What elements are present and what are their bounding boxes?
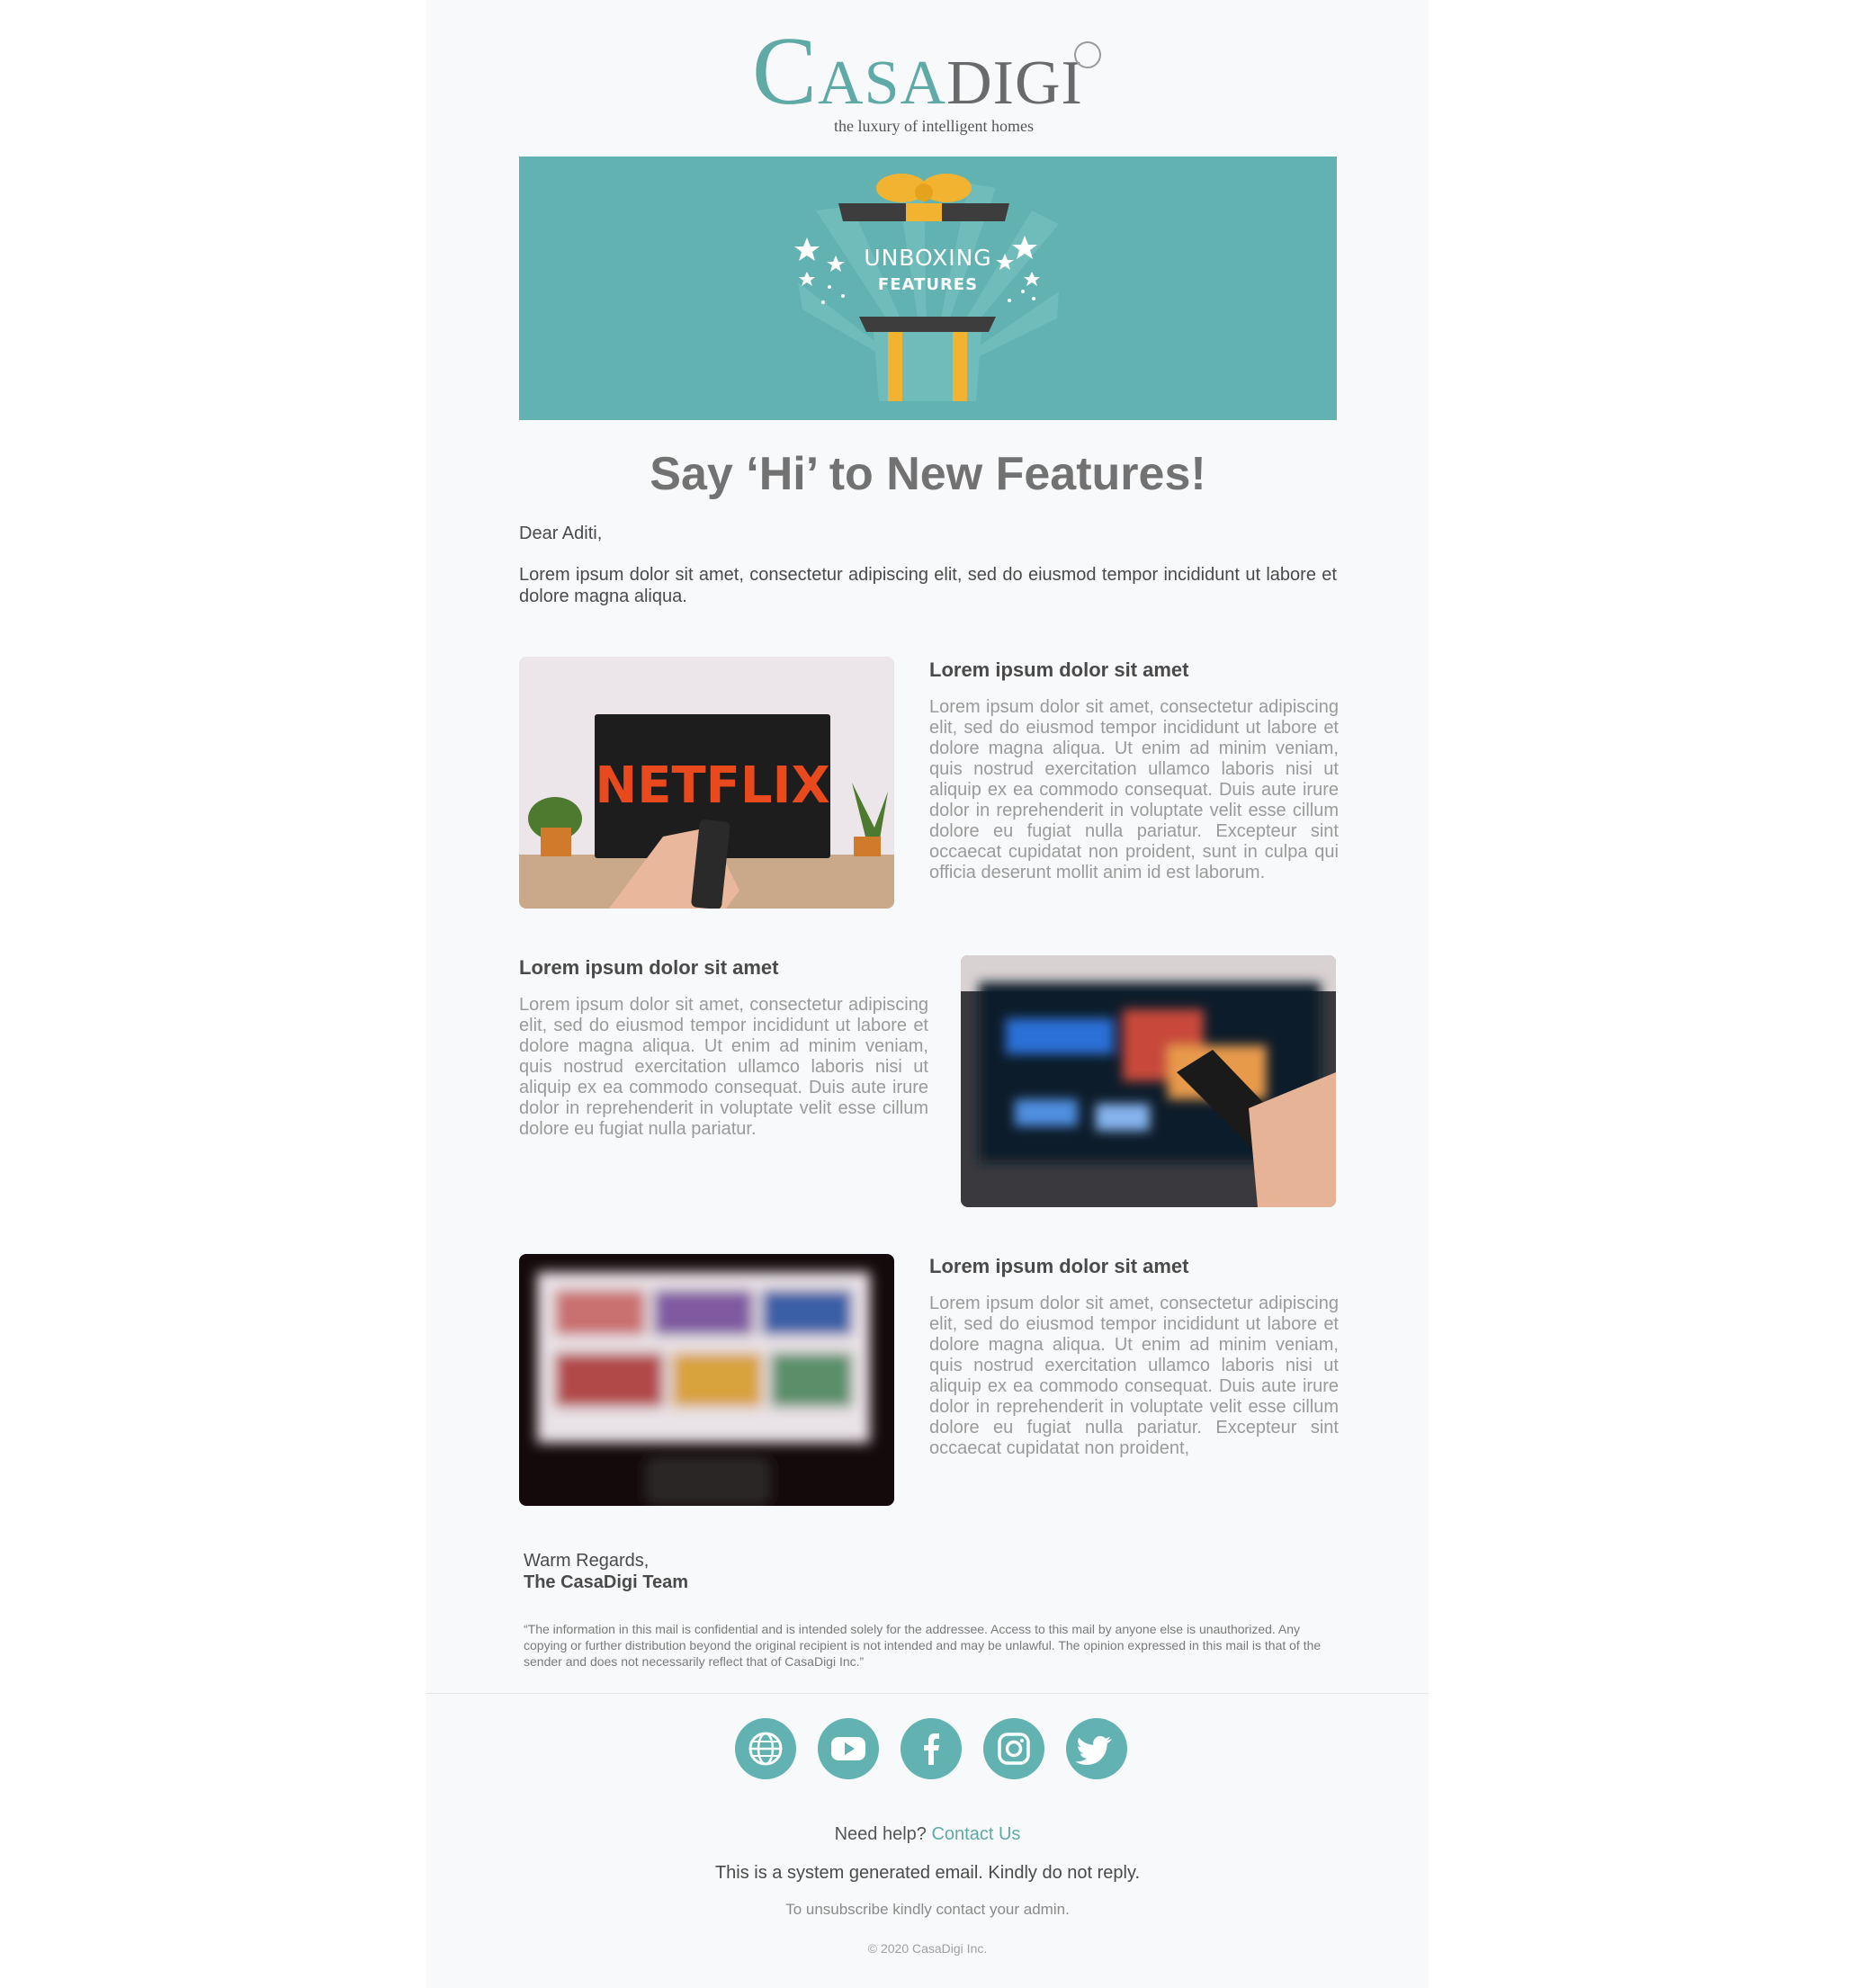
banner-subtitle: FEATURES xyxy=(877,275,979,294)
feature-title-3: Lorem ipsum dolor sit amet xyxy=(929,1255,1189,1277)
system-message: This is a system generated email. Kindly… xyxy=(714,1863,1141,1883)
signoff: Warm Regards, The CasaDigi Team xyxy=(524,1550,688,1593)
copyright: © 2020 CasaDigi Inc. xyxy=(867,1941,988,1956)
contact-us-link[interactable]: Contact Us xyxy=(931,1824,1020,1844)
feature-title-1: Lorem ipsum dolor sit amet xyxy=(929,658,1189,681)
email-container: CASADIGI the luxury of intelligent homes xyxy=(426,0,1429,1988)
header: CASADIGI the luxury of intelligent homes xyxy=(426,18,1429,135)
greeting: Dear Aditi, xyxy=(519,524,603,543)
facebook-icon[interactable] xyxy=(901,1718,962,1779)
twitter-icon[interactable] xyxy=(1066,1718,1127,1779)
feature-body-1: Lorem ipsum dolor sit amet, consectetur … xyxy=(929,697,1339,882)
feature-image-netflix[interactable]: NETFLIX xyxy=(519,657,894,909)
logo-emblem-icon xyxy=(1074,41,1101,68)
youtube-icon[interactable] xyxy=(818,1718,879,1779)
feature-body-2: Lorem ipsum dolor sit amet, consectetur … xyxy=(519,995,928,1139)
signoff-regards: Warm Regards, xyxy=(524,1551,650,1571)
help-prefix: Need help? xyxy=(834,1824,927,1844)
disclaimer: “The information in this mail is confide… xyxy=(524,1622,1322,1669)
signoff-team: The CasaDigi Team xyxy=(524,1572,689,1592)
unboxing-banner: UNBOXING FEATURES xyxy=(519,157,1337,420)
footer-divider xyxy=(426,1693,1429,1694)
logo-wordmark: CASADIGI xyxy=(752,18,1083,125)
instagram-icon[interactable] xyxy=(983,1718,1044,1779)
feature-body-3: Lorem ipsum dolor sit amet, consectetur … xyxy=(929,1294,1339,1458)
logo-tagline: the luxury of intelligent homes xyxy=(834,117,1034,135)
feature-image-tv-blur[interactable] xyxy=(519,1254,894,1506)
unsubscribe-note: To unsubscribe kindly contact your admin… xyxy=(785,1901,1070,1918)
headline: Say ‘Hi’ to New Features! xyxy=(650,448,1206,500)
netflix-logo-text: NETFLIX xyxy=(595,757,829,815)
feature-image-remote[interactable] xyxy=(961,955,1336,1207)
help-line: Need help? Contact Us xyxy=(426,1824,1429,1845)
globe-icon[interactable] xyxy=(735,1718,796,1779)
casadigi-logo[interactable]: CASADIGI the luxury of intelligent homes xyxy=(752,18,1101,135)
banner-title: UNBOXING xyxy=(864,245,992,271)
feature-title-2: Lorem ipsum dolor sit amet xyxy=(519,956,779,979)
intro-paragraph: Lorem ipsum dolor sit amet, consectetur … xyxy=(519,565,1337,606)
